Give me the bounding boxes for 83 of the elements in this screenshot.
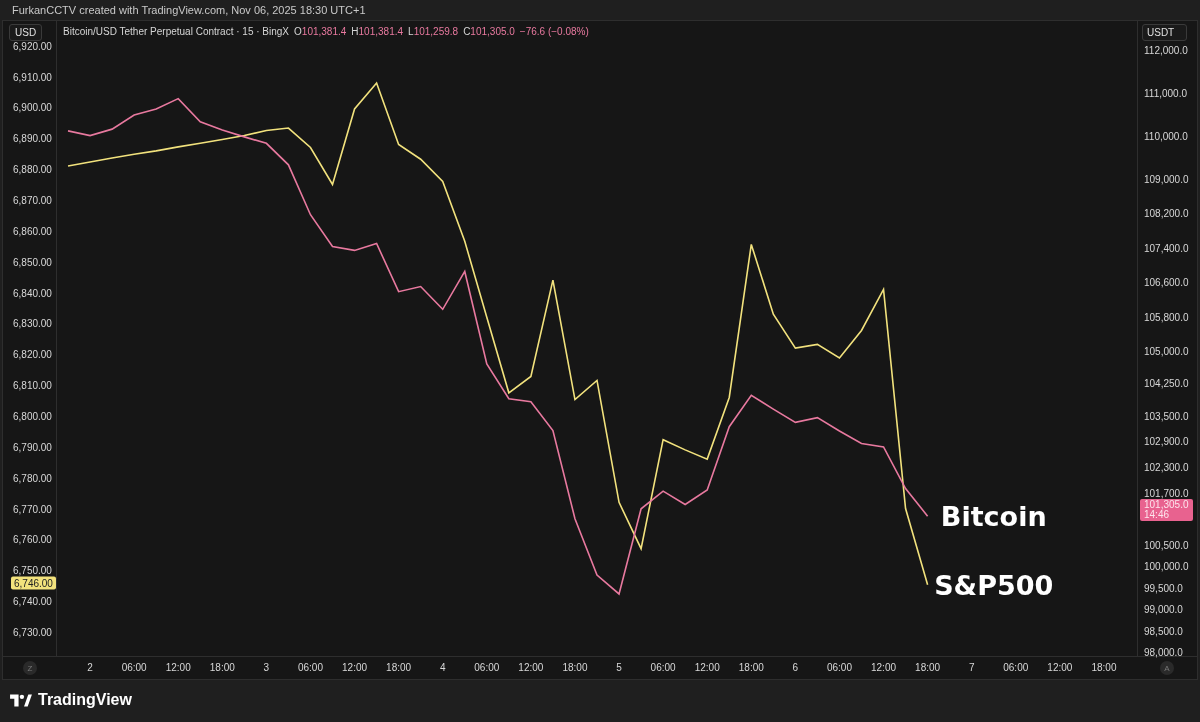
price-label: 99,500.0: [1144, 582, 1183, 593]
price-label: 6,780.00: [13, 472, 52, 484]
price-label: 6,830.00: [13, 317, 52, 329]
time-label: 12:00: [871, 662, 897, 673]
ohlc-label: L: [408, 26, 414, 37]
price-label: 107,400.0: [1144, 242, 1189, 254]
time-label: 06:00: [1003, 662, 1029, 673]
price-label: 6,880.00: [13, 163, 52, 175]
time-label: 12:00: [342, 662, 368, 673]
price-label: 6,910.00: [13, 71, 52, 83]
price-label: 6,890.00: [13, 132, 52, 144]
series-label: S&P500: [934, 569, 1054, 601]
time-label: 18:00: [562, 662, 588, 673]
price-label: 6,860.00: [13, 225, 52, 237]
price-label: 6,820.00: [13, 348, 52, 360]
time-label: 7: [968, 662, 975, 673]
price-label: 6,750.00: [13, 564, 52, 576]
time-label: 12:00: [518, 662, 544, 673]
price-label: 6,810.00: [13, 379, 52, 391]
ohlc-value: 101,381.4: [301, 26, 347, 37]
price-change: −76.6 (−0.08%): [519, 26, 589, 37]
symbol-title: Bitcoin/USD Tether Perpetual Contract · 15 · BingX: [63, 26, 290, 37]
price-label: 6,770.00: [13, 503, 52, 514]
price-label: 110,000.0: [1144, 130, 1188, 142]
price-label: 108,200.0: [1144, 207, 1189, 219]
price-label: 6,840.00: [13, 287, 52, 298]
price-label: 109,000.0: [1144, 173, 1189, 185]
brand-name: TradingView: [38, 691, 132, 709]
price-label: 102,900.0: [1144, 435, 1189, 447]
time-label: 5: [616, 662, 622, 673]
price-label: 105,800.0: [1144, 311, 1189, 323]
time-label: 4: [439, 662, 446, 673]
time-label: 12:00: [1047, 662, 1073, 673]
price-label: 105,000.0: [1144, 345, 1189, 357]
price-label: 111,000.0: [1144, 87, 1187, 99]
price-label: 99,000.0: [1144, 603, 1183, 615]
price-label: 101,700.0: [1144, 487, 1189, 499]
time-label: 18:00: [738, 662, 764, 673]
price-label: 98,500.0: [1144, 625, 1183, 636]
ohlc-value: 101,259.8: [413, 26, 459, 37]
time-label: 18:00: [915, 662, 941, 673]
ohlc-label: C: [463, 26, 471, 37]
price-label: 6,790.00: [13, 441, 52, 453]
currency-button[interactable]: USD: [9, 24, 43, 41]
price-label: 100,000.0: [1144, 560, 1189, 572]
time-label: 18:00: [1091, 662, 1117, 673]
price-label: 100,500.0: [1144, 539, 1189, 550]
time-label: 12:00: [694, 662, 720, 673]
price-label: 6,850.00: [13, 256, 52, 268]
time-label: 06:00: [121, 662, 147, 673]
price-label: 103,500.0: [1144, 410, 1189, 421]
time-label: 18:00: [209, 662, 235, 673]
price-label: 6,800.00: [13, 410, 52, 422]
price-label: 98,000.0: [1144, 646, 1183, 658]
price-label: 6,920.00: [13, 40, 52, 52]
ohlc-value: 101,305.0: [470, 26, 515, 37]
time-label: 12:00: [165, 662, 191, 673]
ohlc-value: 101,381.4: [358, 26, 404, 37]
currency-button[interactable]: USDT: [1142, 24, 1188, 41]
price-label: 112,000.0: [1144, 44, 1188, 56]
price-tag: 101,305.0 14:46: [1140, 498, 1193, 521]
time-label: 18:00: [386, 662, 412, 673]
time-label: 06:00: [650, 662, 676, 673]
price-label: 106,600.0: [1144, 276, 1189, 288]
time-label: 06:00: [297, 662, 323, 673]
attribution-text: FurkanCCTV created with TradingView.com, Nov 06, 2025 18:30 UTC+1: [11, 3, 367, 18]
price-label: 6,760.00: [13, 533, 52, 545]
time-label: 06:00: [826, 662, 852, 673]
price-label: 6,730.00: [13, 626, 52, 638]
ohlc-label: O: [294, 26, 302, 37]
time-label: 6: [792, 662, 799, 673]
ohlc-label: H: [351, 26, 359, 37]
time-label: 3: [263, 662, 270, 673]
price-label: 6,740.00: [13, 595, 52, 607]
series-label: Bitcoin: [940, 500, 1047, 532]
price-label: 102,300.0: [1144, 461, 1189, 473]
price-label: 6,870.00: [13, 194, 52, 206]
price-label: 6,900.00: [13, 101, 52, 113]
price-label: 104,250.0: [1144, 377, 1189, 389]
time-label: 2: [87, 662, 93, 673]
logo-icon: [10, 691, 32, 709]
time-label: 06:00: [474, 662, 500, 673]
price-tag: 6,746.00: [11, 576, 56, 590]
